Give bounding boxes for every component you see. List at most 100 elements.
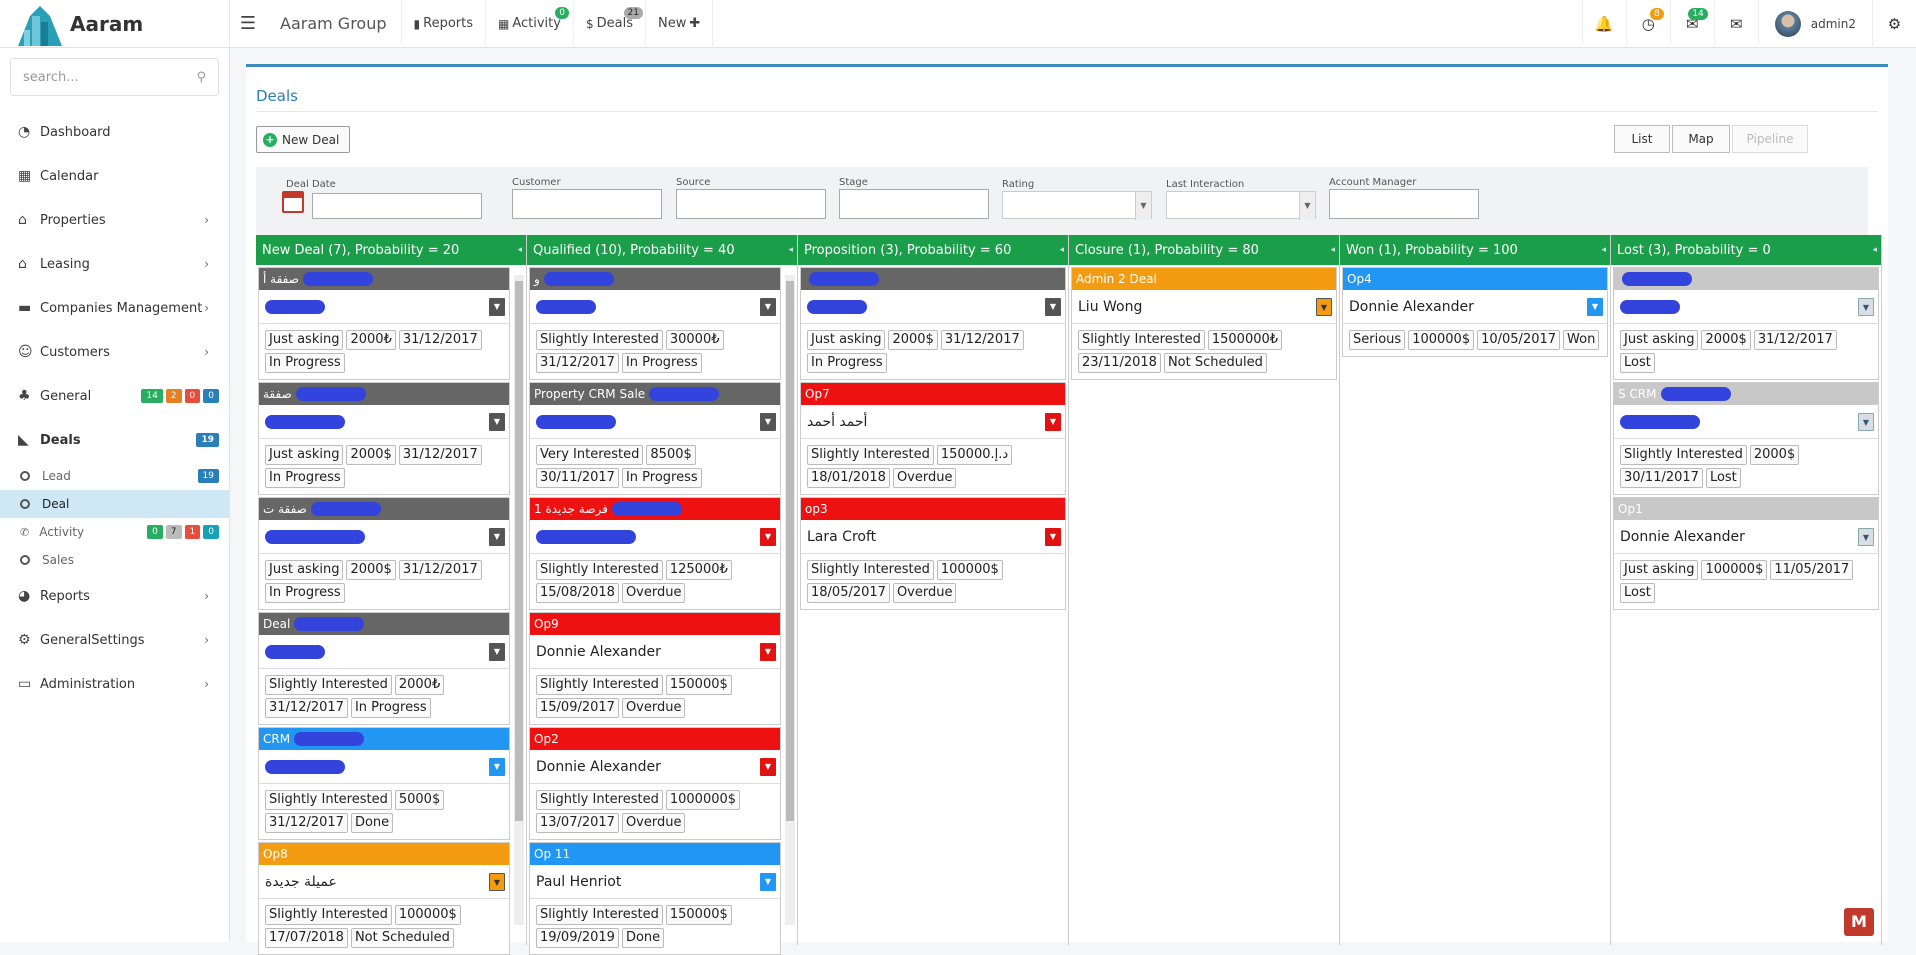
- card-dropdown-icon[interactable]: ▼: [489, 758, 505, 776]
- source-input[interactable]: [676, 189, 826, 219]
- sidebar-item-generalsettings[interactable]: ⚙ GeneralSettings ›: [0, 618, 229, 662]
- card-dropdown-icon[interactable]: ▼: [760, 873, 776, 891]
- deal-card[interactable]: Admin 2 Deal Liu Wong ▼ Slightly Interested…: [1071, 267, 1337, 380]
- sidebar-subitem-activity[interactable]: ✆ Activity 0710: [0, 518, 229, 546]
- deal-title[interactable]: Op1: [1614, 498, 1878, 520]
- column-header[interactable]: Closure (1), Probability = 80: [1069, 235, 1339, 265]
- user-menu[interactable]: admin2: [1757, 0, 1872, 48]
- card-dropdown-icon[interactable]: ▼: [760, 298, 776, 316]
- deal-title[interactable]: op3: [801, 498, 1065, 520]
- column-header[interactable]: Won (1), Probability = 100: [1340, 235, 1610, 265]
- deal-card[interactable]: صفقة ▼ Just asking 2000$ 31/12/2017 In Progre…: [258, 382, 510, 495]
- nav-deals[interactable]: $ Deals 21: [574, 0, 646, 48]
- deal-title[interactable]: Op8: [259, 843, 509, 865]
- sidebar-item-dashboard[interactable]: ◔ Dashboard: [0, 110, 229, 154]
- deal-title[interactable]: Op 11: [530, 843, 780, 865]
- column-header[interactable]: Qualified (10), Probability = 40: [527, 235, 797, 265]
- logo[interactable]: Aaram: [0, 0, 230, 48]
- deal-title[interactable]: 1 فرصة جديدة: [530, 498, 780, 520]
- card-dropdown-icon[interactable]: ▼: [1858, 298, 1874, 316]
- deal-card[interactable]: صفقة أ ▼ Just asking 2000₺ 31/12/2017 In Prog…: [258, 267, 510, 380]
- scrollbar-thumb[interactable]: [786, 281, 794, 821]
- column-header[interactable]: Lost (3), Probability = 0: [1611, 235, 1881, 265]
- deal-title[interactable]: [801, 268, 1065, 290]
- sidebar-subitem-deal[interactable]: Deal: [0, 490, 229, 518]
- nav-activity[interactable]: ▦ Activity 0: [486, 0, 574, 48]
- menu-toggle-icon[interactable]: ☰: [230, 13, 266, 34]
- column-header[interactable]: Proposition (3), Probability = 60: [798, 235, 1068, 265]
- deal-card[interactable]: ▼ Just asking 2000$ 31/12/2017 In Progress: [800, 267, 1066, 380]
- deal-card[interactable]: Property CRM Sale ▼ Very Interested 8500$ 30…: [529, 382, 781, 495]
- deal-card[interactable]: ▼ Just asking 2000$ 31/12/2017 Lost: [1613, 267, 1879, 380]
- deal-title[interactable]: CRM: [259, 728, 509, 750]
- card-dropdown-icon[interactable]: ▼: [1858, 413, 1874, 431]
- column-scrollbar[interactable]: [514, 275, 524, 925]
- deal-card[interactable]: CRM ▼ Slightly Interested 5000$ 31/12/2017 Do…: [258, 727, 510, 840]
- card-dropdown-icon[interactable]: ▼: [760, 413, 776, 431]
- card-dropdown-icon[interactable]: ▼: [489, 528, 505, 546]
- card-dropdown-icon[interactable]: ▼: [1858, 528, 1874, 546]
- deal-card[interactable]: Op2 Donnie Alexander ▼ Slightly Interested 1…: [529, 727, 781, 840]
- sidebar-item-customers[interactable]: ☺ Customers ›: [0, 330, 229, 374]
- nav-reports[interactable]: ▮ Reports: [402, 0, 486, 48]
- card-dropdown-icon[interactable]: ▼: [760, 643, 776, 661]
- deal-card[interactable]: Op8 عميلة جديدة ▼ Slightly Interested 100000…: [258, 842, 510, 955]
- deal-title[interactable]: Op7: [801, 383, 1065, 405]
- deal-title[interactable]: [1614, 268, 1878, 290]
- deal-card[interactable]: 1 فرصة جديدة ▼ Slightly Interested 125000₺ 1…: [529, 497, 781, 610]
- nav-new[interactable]: New ✚: [646, 0, 714, 48]
- pipeline-view-button[interactable]: Pipeline: [1732, 125, 1808, 153]
- deal-title[interactable]: صفقة أ: [259, 268, 509, 290]
- list-view-button[interactable]: List: [1614, 125, 1670, 153]
- sidebar-item-properties[interactable]: ⌂ Properties ›: [0, 198, 229, 242]
- bell-icon[interactable]: 🔔: [1581, 0, 1626, 48]
- search-input[interactable]: search... ⚲: [10, 58, 219, 96]
- deal-card[interactable]: Deal ▼ Slightly Interested 2000₺ 31/12/2017 I…: [258, 612, 510, 725]
- deal-title[interactable]: صفقة: [259, 383, 509, 405]
- map-view-button[interactable]: Map: [1672, 125, 1730, 153]
- deal-title[interactable]: S CRM: [1614, 383, 1878, 405]
- sidebar-subitem-lead[interactable]: Lead 19: [0, 462, 229, 490]
- card-dropdown-icon[interactable]: ▼: [760, 528, 776, 546]
- account-manager-input[interactable]: [1329, 189, 1479, 219]
- card-dropdown-icon[interactable]: ▼: [1045, 528, 1061, 546]
- sidebar-item-companies[interactable]: ▬ Companies Management ›: [0, 286, 229, 330]
- deal-title[interactable]: Op4: [1343, 268, 1607, 290]
- sidebar-item-calendar[interactable]: ▦ Calendar: [0, 154, 229, 198]
- sidebar-subitem-sales[interactable]: Sales: [0, 546, 229, 574]
- envelope-icon[interactable]: ✉: [1713, 0, 1758, 48]
- deal-title[interactable]: Property CRM Sale: [530, 383, 780, 405]
- sidebar-item-deals[interactable]: ◣ Deals 19: [0, 418, 229, 462]
- clock-icon[interactable]: ◷ 8: [1625, 0, 1670, 48]
- card-dropdown-icon[interactable]: ▼: [1587, 298, 1603, 316]
- card-dropdown-icon[interactable]: ▼: [1045, 298, 1061, 316]
- new-deal-button[interactable]: + New Deal: [256, 126, 351, 153]
- sidebar-item-reports[interactable]: ◕ Reports ›: [0, 574, 229, 618]
- deal-card[interactable]: Op 11 Paul Henriot ▼ Slightly Interested 150…: [529, 842, 781, 955]
- deal-card[interactable]: S CRM ▼ Slightly Interested 2000$ 30/11/2017…: [1613, 382, 1879, 495]
- card-dropdown-icon[interactable]: ▼: [1045, 413, 1061, 431]
- deal-card[interactable]: و ▼ Slightly Interested 30000₺ 31/12/2017 In …: [529, 267, 781, 380]
- card-dropdown-icon[interactable]: ▼: [489, 413, 505, 431]
- deal-card[interactable]: Op1 Donnie Alexander ▼ Just asking 100000$ 11…: [1613, 497, 1879, 610]
- card-dropdown-icon[interactable]: ▼: [760, 758, 776, 776]
- stage-input[interactable]: [839, 189, 989, 219]
- deal-card[interactable]: صفقة ت ▼ Just asking 2000$ 31/12/2017 In Prog…: [258, 497, 510, 610]
- settings-gear-icon[interactable]: ⚙: [1872, 0, 1916, 48]
- deal-title[interactable]: Deal: [259, 613, 509, 635]
- customer-input[interactable]: [512, 189, 662, 219]
- column-scrollbar[interactable]: [785, 275, 795, 925]
- card-dropdown-icon[interactable]: ▼: [489, 298, 505, 316]
- calendar-picker-icon[interactable]: [282, 191, 304, 213]
- deal-card[interactable]: Op9 Donnie Alexander ▼ Slightly Interested 1…: [529, 612, 781, 725]
- deal-title[interactable]: Op2: [530, 728, 780, 750]
- sidebar-item-general[interactable]: ♣ General 14 2 0 0: [0, 374, 229, 418]
- card-dropdown-icon[interactable]: ▼: [489, 643, 505, 661]
- sidebar-item-leasing[interactable]: ⌂ Leasing ›: [0, 242, 229, 286]
- deal-date-input[interactable]: [312, 193, 482, 219]
- rating-select[interactable]: ▼: [1002, 191, 1152, 220]
- deal-title[interactable]: صفقة ت: [259, 498, 509, 520]
- sidebar-item-administration[interactable]: ▭ Administration ›: [0, 662, 229, 706]
- deal-title[interactable]: Admin 2 Deal: [1072, 268, 1336, 290]
- deal-card[interactable]: Op4 Donnie Alexander ▼ Serious 100000$ 10/05/…: [1342, 267, 1608, 357]
